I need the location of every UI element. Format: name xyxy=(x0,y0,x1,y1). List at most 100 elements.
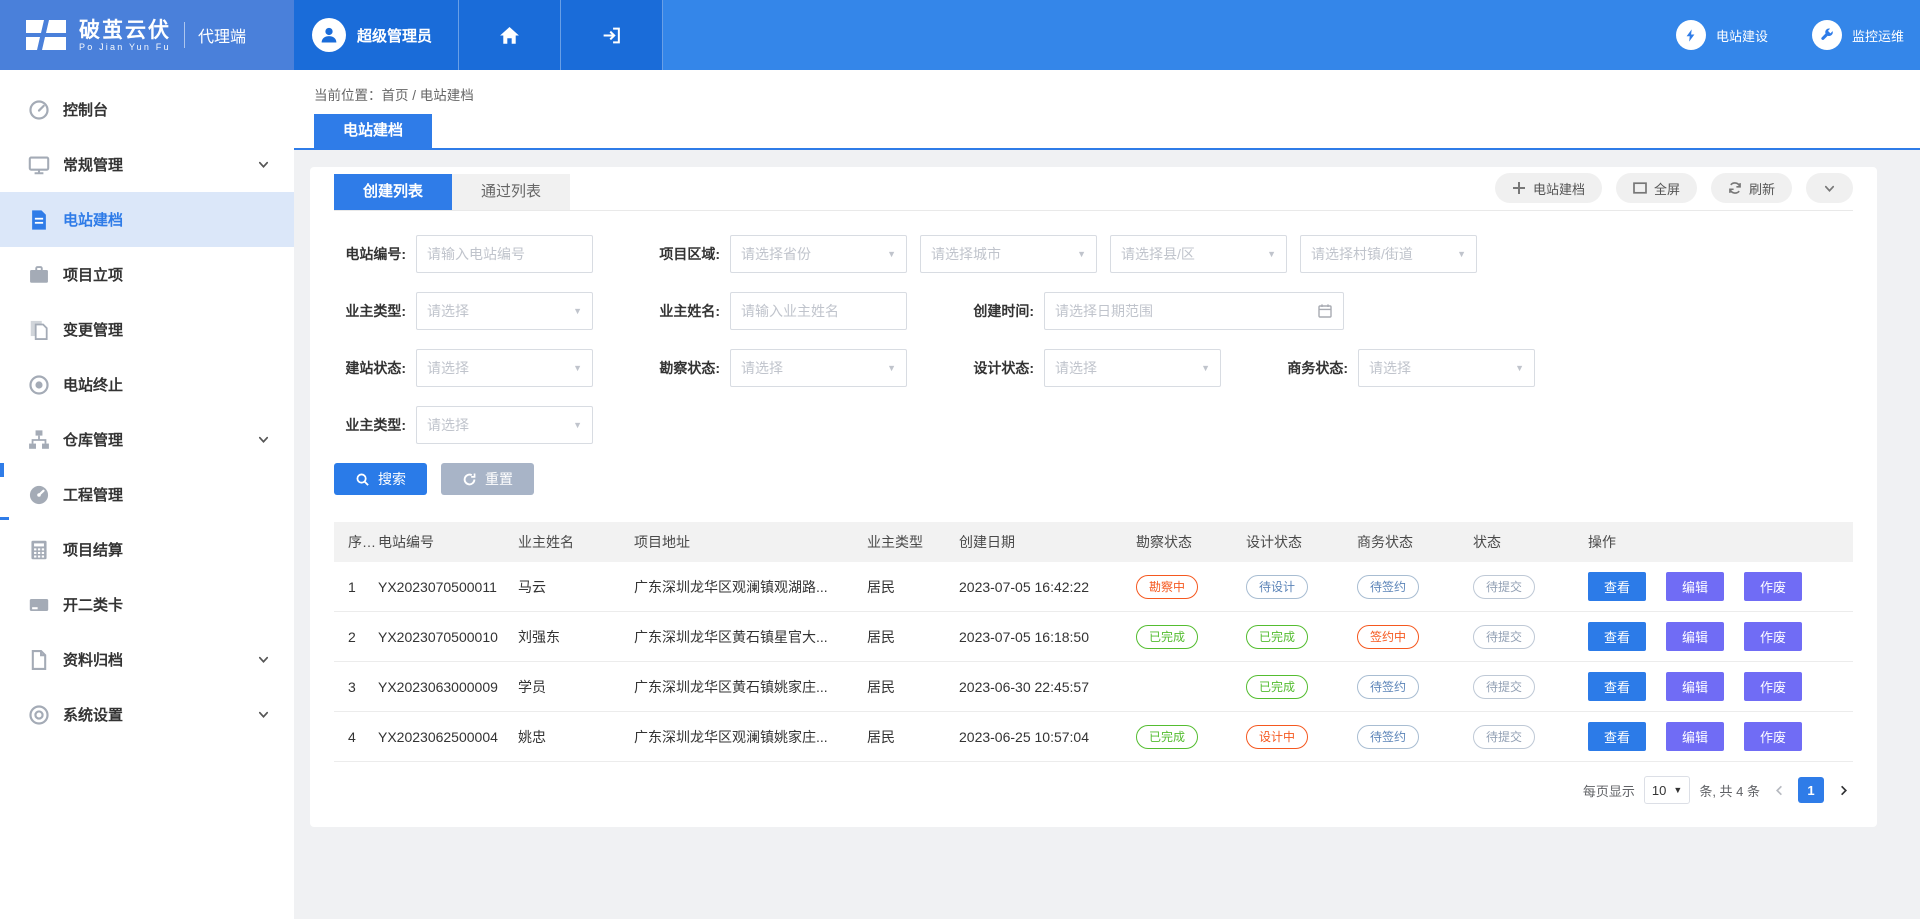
logo-subtitle: Po Jian Yun Fu xyxy=(79,42,171,52)
column-header: 项目地址 xyxy=(634,532,867,552)
county-select[interactable]: 请选择县/区 ▼ xyxy=(1110,235,1287,273)
filter-row: 业主类型: 请选择 ▼ 业主姓名:创建时间: 请选择日期范围 xyxy=(334,292,1853,330)
sidebar-item-engineering-management[interactable]: 工程管理 xyxy=(0,467,294,522)
monitor-ops-nav[interactable]: 监控运维 xyxy=(1812,20,1904,50)
sidebar-item-type2-card[interactable]: 开二类卡 xyxy=(0,577,294,632)
caret-down-icon: ▼ xyxy=(887,249,896,259)
tab-passed-list[interactable]: 通过列表 xyxy=(452,174,570,210)
void-button[interactable]: 作废 xyxy=(1744,722,1802,751)
view-button[interactable]: 查看 xyxy=(1588,622,1646,651)
edit-button[interactable]: 编辑 xyxy=(1666,572,1724,601)
void-button[interactable]: 作废 xyxy=(1744,672,1802,701)
sidebar-item-label: 变更管理 xyxy=(63,319,123,340)
pagination: 每页显示 10 ▼ 条, 共 4 条 1 xyxy=(334,776,1853,804)
void-button[interactable]: 作废 xyxy=(1744,572,1802,601)
page-1-button[interactable]: 1 xyxy=(1798,777,1824,803)
province-select[interactable]: 请选择省份 ▼ xyxy=(730,235,907,273)
sidebar-item-general-management[interactable]: 常规管理 xyxy=(0,137,294,192)
home-icon xyxy=(498,24,521,47)
card-toolbar: 电站建档 全屏 刷新 xyxy=(1495,173,1853,210)
logo-area: 破茧云伏 Po Jian Yun Fu 代理端 xyxy=(0,0,294,70)
status-badge: 已完成 xyxy=(1246,675,1308,699)
wrench-icon xyxy=(1812,20,1842,50)
sidebar-item-label: 项目立项 xyxy=(63,264,123,285)
refresh-button-label: 刷新 xyxy=(1749,179,1775,198)
status-badge: 待签约 xyxy=(1357,725,1419,749)
city-select[interactable]: 请选择城市 ▼ xyxy=(920,235,1097,273)
sitemap-icon xyxy=(28,429,50,451)
reset-icon xyxy=(462,472,477,487)
home-button[interactable] xyxy=(459,0,561,70)
page-tab-station-archive[interactable]: 电站建档 xyxy=(314,114,432,148)
select-placeholder: 请选择 xyxy=(427,358,469,378)
cell-owner-type: 居民 xyxy=(867,727,959,747)
column-header: 商务状态 xyxy=(1357,532,1473,552)
view-button[interactable]: 查看 xyxy=(1588,572,1646,601)
tab-create-list[interactable]: 创建列表 xyxy=(334,174,452,210)
caret-down-icon: ▼ xyxy=(573,306,582,316)
layout: 控制台 常规管理 电站建档 项目立项 变更管理 电站终止 仓库管理 工程管理 xyxy=(0,70,1920,919)
select-placeholder: 请选择城市 xyxy=(931,244,1001,264)
sidebar-item-data-archive[interactable]: 资料归档 xyxy=(0,632,294,687)
refresh-button[interactable]: 刷新 xyxy=(1711,173,1792,203)
filter-row: 电站编号:项目区域: 请选择省份 ▼ 请选择城市 ▼ 请选择县/区 ▼ 请选择村… xyxy=(334,235,1853,273)
sidebar-item-change-management[interactable]: 变更管理 xyxy=(0,302,294,357)
survey-status-select[interactable]: 请选择 ▼ xyxy=(730,349,907,387)
create-station-button[interactable]: 电站建档 xyxy=(1495,173,1602,203)
business-status-select[interactable]: 请选择 ▼ xyxy=(1358,349,1535,387)
station-build-nav[interactable]: 电站建设 xyxy=(1676,20,1768,50)
logout-button[interactable] xyxy=(561,0,663,70)
cell-design-status: 已完成 xyxy=(1246,625,1357,649)
void-button[interactable]: 作废 xyxy=(1744,622,1802,651)
sidebar-item-station-archive[interactable]: 电站建档 xyxy=(0,192,294,247)
search-button[interactable]: 搜索 xyxy=(334,463,427,495)
filter-group: 商务状态: 请选择 ▼ xyxy=(1276,349,1548,387)
column-header: 创建日期 xyxy=(959,532,1136,552)
owner-type2-select[interactable]: 请选择 ▼ xyxy=(416,406,593,444)
prev-page-button[interactable] xyxy=(1769,777,1789,803)
create-time-range-input[interactable]: 请选择日期范围 xyxy=(1044,292,1344,330)
list-tabs: 创建列表通过列表 xyxy=(334,174,570,210)
cell-status: 待提交 xyxy=(1473,625,1588,649)
design-status-select[interactable]: 请选择 ▼ xyxy=(1044,349,1221,387)
cell-status: 待提交 xyxy=(1473,575,1588,599)
sidebar-item-station-termination[interactable]: 电站终止 xyxy=(0,357,294,412)
cell-created: 2023-07-05 16:42:22 xyxy=(959,579,1136,595)
sidebar-item-label: 开二类卡 xyxy=(63,594,123,615)
caret-down-icon: ▼ xyxy=(1457,249,1466,259)
fullscreen-button[interactable]: 全屏 xyxy=(1616,173,1697,203)
reset-button[interactable]: 重置 xyxy=(441,463,534,495)
column-header: 电站编号 xyxy=(378,532,518,552)
select-placeholder: 请选择 xyxy=(741,358,783,378)
cell-design-status: 待设计 xyxy=(1246,575,1357,599)
dashboard-icon xyxy=(28,99,50,121)
column-header: 设计状态 xyxy=(1246,532,1357,552)
build-status-select[interactable]: 请选择 ▼ xyxy=(416,349,593,387)
cell-business-status: 签约中 xyxy=(1357,625,1473,649)
sidebar-item-console[interactable]: 控制台 xyxy=(0,82,294,137)
sidebar-item-project-initiation[interactable]: 项目立项 xyxy=(0,247,294,302)
owner-name-input[interactable] xyxy=(730,292,907,330)
filter-label: 设计状态: xyxy=(962,358,1034,378)
chevron-down-icon xyxy=(257,433,270,446)
edit-button[interactable]: 编辑 xyxy=(1666,722,1724,751)
owner-type-select[interactable]: 请选择 ▼ xyxy=(416,292,593,330)
station-code-input[interactable] xyxy=(416,235,593,273)
user-menu[interactable]: 超级管理员 xyxy=(294,0,459,70)
view-button[interactable]: 查看 xyxy=(1588,672,1646,701)
next-page-button[interactable] xyxy=(1833,777,1853,803)
status-badge: 已完成 xyxy=(1136,725,1198,749)
status-badge: 待提交 xyxy=(1473,675,1535,699)
sidebar-item-system-settings[interactable]: 系统设置 xyxy=(0,687,294,742)
edit-button[interactable]: 编辑 xyxy=(1666,672,1724,701)
sidebar-item-warehouse-management[interactable]: 仓库管理 xyxy=(0,412,294,467)
edit-button[interactable]: 编辑 xyxy=(1666,622,1724,651)
sidebar-item-project-settlement[interactable]: 项目结算 xyxy=(0,522,294,577)
village-select[interactable]: 请选择村镇/街道 ▼ xyxy=(1300,235,1477,273)
filter-label: 电站编号: xyxy=(334,244,406,264)
per-page-select[interactable]: 10 ▼ xyxy=(1644,776,1690,804)
view-button[interactable]: 查看 xyxy=(1588,722,1646,751)
stop-circle-icon xyxy=(28,374,50,396)
collapse-button[interactable] xyxy=(1806,173,1853,203)
document-icon xyxy=(28,209,50,231)
